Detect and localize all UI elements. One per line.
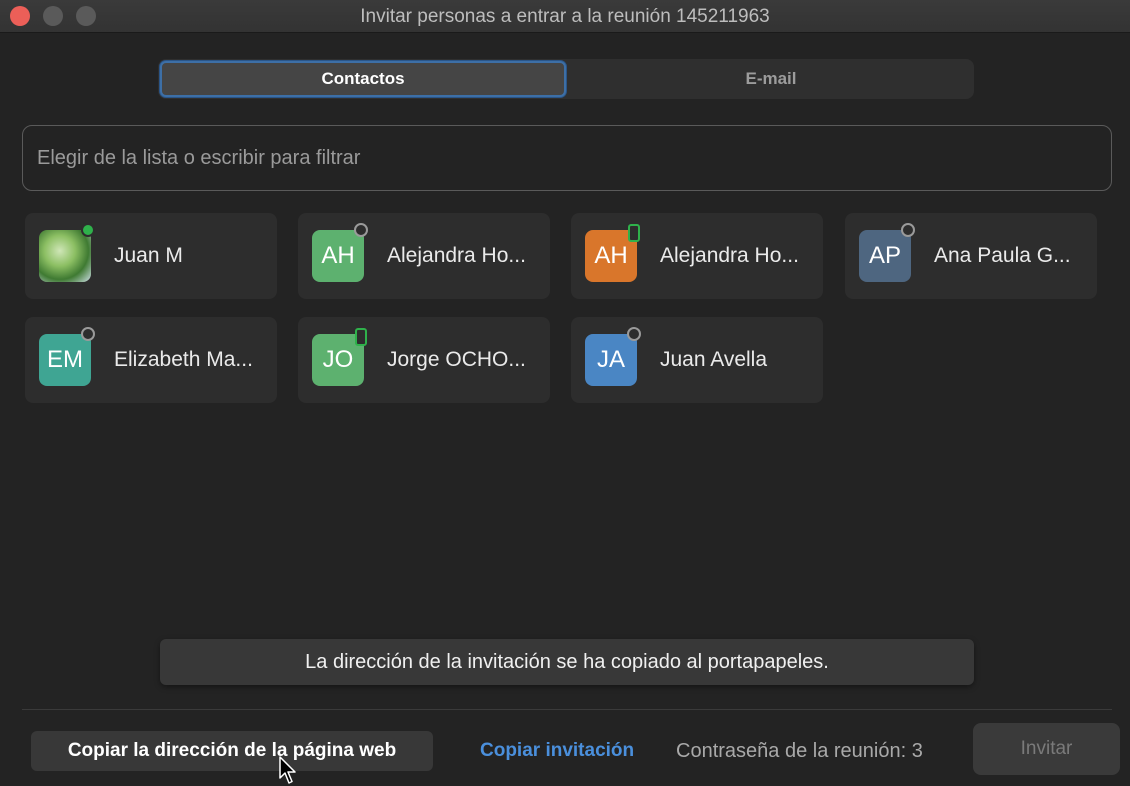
avatar: EM: [39, 334, 91, 386]
avatar: [39, 230, 91, 282]
contact-name: Juan Avella: [660, 348, 768, 371]
meeting-password-text: Contraseña de la reunión: 3: [676, 740, 923, 762]
contact-filter-input[interactable]: [22, 125, 1112, 191]
tab-email[interactable]: E-mail: [568, 59, 974, 99]
footer-divider: [22, 709, 1112, 710]
status-away-icon: [901, 223, 915, 237]
copy-invitation-link[interactable]: Copiar invitación: [480, 740, 634, 762]
status-mobile-icon: [628, 224, 640, 242]
contact-card[interactable]: EM Elizabeth Ma...: [25, 317, 277, 403]
tab-contacts[interactable]: Contactos: [160, 61, 566, 97]
tab-bar: Contactos E-mail: [158, 59, 974, 99]
status-online-icon: [81, 223, 95, 237]
contact-card[interactable]: JO Jorge OCHO...: [298, 317, 550, 403]
title-bar: Invitar personas a entrar a la reunión 1…: [0, 0, 1130, 33]
avatar: JA: [585, 334, 637, 386]
contact-name: Juan M: [114, 244, 183, 267]
status-away-icon: [627, 327, 641, 341]
invite-window: Invitar personas a entrar a la reunión 1…: [0, 0, 1130, 786]
contact-name: Alejandra Ho...: [387, 244, 526, 267]
window-title: Invitar personas a entrar a la reunión 1…: [360, 6, 770, 27]
contact-name: Jorge OCHO...: [387, 348, 526, 371]
status-mobile-icon: [355, 328, 367, 346]
clipboard-toast: La dirección de la invitación se ha copi…: [160, 639, 974, 685]
copy-url-button[interactable]: Copiar la dirección de la página web: [31, 731, 433, 771]
avatar: AP: [859, 230, 911, 282]
mouse-pointer-icon: [279, 756, 296, 784]
contact-name: Alejandra Ho...: [660, 244, 799, 267]
contact-name: Elizabeth Ma...: [114, 348, 253, 371]
contact-card[interactable]: AH Alejandra Ho...: [571, 213, 823, 299]
contact-card[interactable]: AH Alejandra Ho...: [298, 213, 550, 299]
status-away-icon: [354, 223, 368, 237]
invite-button[interactable]: Invitar: [973, 723, 1120, 775]
contact-card[interactable]: JA Juan Avella: [571, 317, 823, 403]
contact-card[interactable]: AP Ana Paula G...: [845, 213, 1097, 299]
status-away-icon: [81, 327, 95, 341]
contact-card[interactable]: Juan M: [25, 213, 277, 299]
avatar: AH: [312, 230, 364, 282]
contact-name: Ana Paula G...: [934, 244, 1071, 267]
